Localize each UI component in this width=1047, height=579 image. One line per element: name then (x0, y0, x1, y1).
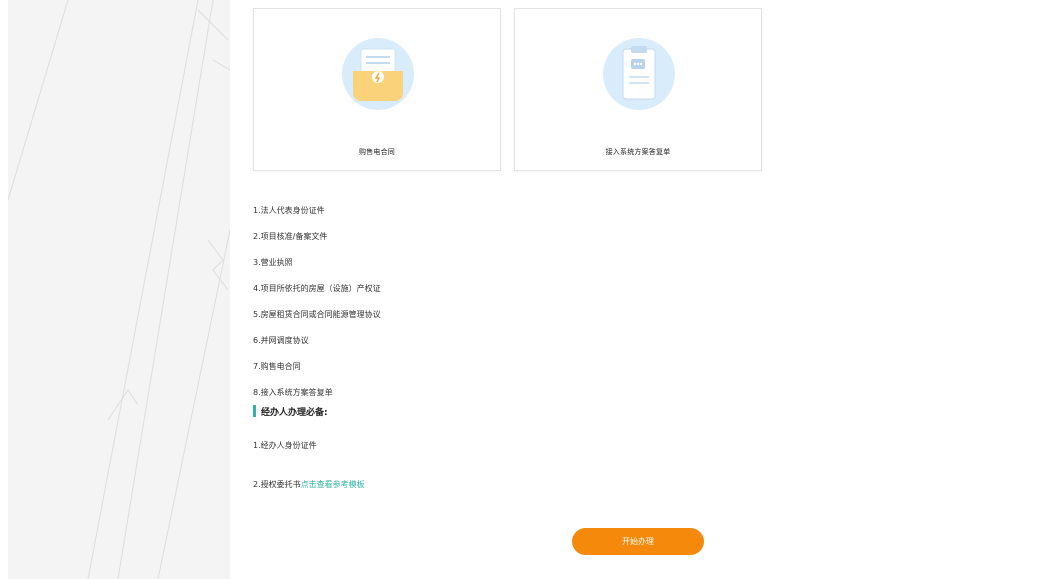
agent-section-title: 经办人办理必备: (253, 405, 328, 418)
requirement-item: 2.项目核准/备案文件 (253, 232, 328, 241)
start-button[interactable]: 开始办理 (572, 528, 704, 555)
requirement-item: 3.营业执照 (253, 258, 293, 267)
section-accent-bar (253, 405, 256, 417)
access-plan-card[interactable]: 接入系统方案答复单 (514, 8, 762, 171)
requirement-item: 5.房屋租赁合同或合同能源管理协议 (253, 310, 381, 319)
card-caption: 购售电合同 (359, 148, 395, 156)
requirement-item: 8.接入系统方案答复单 (253, 388, 333, 397)
view-template-link[interactable]: 点击查看参考模板 (301, 480, 365, 489)
contract-card[interactable]: 购售电合同 (253, 8, 501, 171)
requirement-item: 6.并网调度协议 (253, 336, 309, 345)
contract-lightning-icon (342, 38, 414, 110)
requirement-item: 7.购售电合同 (253, 362, 301, 371)
card-caption: 接入系统方案答复单 (605, 148, 671, 156)
agent-item-text: 2.授权委托书 (253, 480, 301, 489)
agent-item: 2.授权委托书点击查看参考模板 (253, 479, 365, 490)
clipboard-message-icon (603, 38, 675, 110)
section-title-text: 经办人办理必备: (261, 407, 328, 418)
agent-item: 1.经办人身份证件 (253, 441, 317, 450)
requirement-item: 1.法人代表身份证件 (253, 206, 325, 215)
requirement-item: 4.项目所依托的房屋（设施）产权证 (253, 284, 381, 293)
background-illustration (8, 0, 230, 579)
